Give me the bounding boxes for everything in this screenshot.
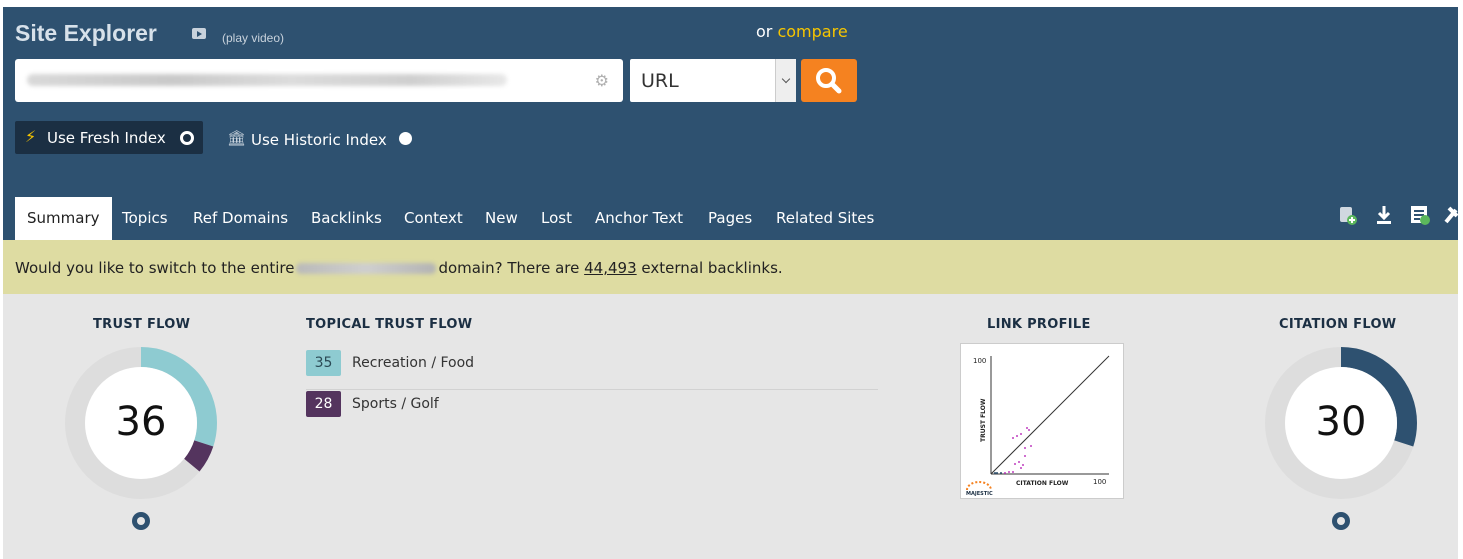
tab-related-sites[interactable]: Related Sites: [776, 197, 874, 240]
link-profile-xlabel: CITATION FLOW: [1016, 480, 1069, 487]
banner-prefix: Would you like to switch to the entire: [15, 259, 295, 277]
backlinks-count-link[interactable]: 44,493: [584, 259, 637, 277]
tab-backlinks[interactable]: Backlinks: [311, 197, 382, 240]
banner-suffix: external backlinks.: [641, 259, 783, 277]
link-profile-plot: 100 100 CITATION FLOW TRUST FLOW MAJESTI…: [966, 355, 1110, 497]
tab-topics[interactable]: Topics: [122, 197, 168, 240]
tools-icon[interactable]: [1443, 204, 1458, 231]
bank-icon: 🏛: [227, 129, 247, 147]
link-profile-xmax: 100: [1093, 478, 1106, 486]
tab-lost[interactable]: Lost: [541, 197, 572, 240]
add-to-bucket-icon[interactable]: [1338, 204, 1358, 231]
citation-flow-title: CITATION FLOW: [1279, 317, 1397, 332]
gear-icon[interactable]: ⚙: [595, 71, 609, 90]
or-text: or: [756, 22, 773, 41]
video-icon[interactable]: [192, 28, 206, 39]
search-icon: [816, 68, 842, 94]
fresh-index-option[interactable]: ⚡ Use Fresh Index: [15, 121, 203, 154]
fresh-index-label: Use Fresh Index: [47, 129, 166, 147]
majestic-logo: [966, 481, 992, 491]
historic-index-radio[interactable]: [399, 132, 412, 145]
tab-summary[interactable]: Summary: [15, 197, 112, 240]
page-title: Site Explorer: [15, 20, 157, 46]
historic-index-label[interactable]: Use Historic Index: [251, 131, 387, 149]
compare-link[interactable]: compare: [777, 22, 847, 41]
search-input[interactable]: ⚙: [15, 59, 623, 102]
tab-new[interactable]: New: [485, 197, 518, 240]
tab-ref-domains[interactable]: Ref Domains: [193, 197, 288, 240]
tab-pages[interactable]: Pages: [708, 197, 752, 240]
history-icon[interactable]: [1332, 512, 1350, 530]
topic-score-badge: 35: [306, 350, 341, 376]
redacted-url: [27, 74, 507, 86]
fresh-index-radio[interactable]: [180, 131, 194, 145]
search-button[interactable]: [801, 59, 857, 102]
chevron-down-icon[interactable]: [775, 59, 796, 102]
link-profile-ylabel: TRUST FLOW: [980, 398, 987, 442]
link-profile-chart[interactable]: 100 100 CITATION FLOW TRUST FLOW MAJESTI…: [960, 343, 1124, 499]
topic-row: 28 Sports / Golf: [306, 390, 878, 430]
trust-flow-value: 36: [115, 399, 167, 445]
switch-domain-banner: Would you like to switch to the entire do…: [3, 240, 1458, 294]
topic-row: 35 Recreation / Food: [306, 349, 878, 390]
play-video-link[interactable]: (play video): [222, 31, 284, 45]
or-compare: or compare: [756, 22, 848, 41]
tab-context[interactable]: Context: [404, 197, 463, 240]
lightning-icon: ⚡: [25, 127, 37, 146]
topic-label[interactable]: Sports / Golf: [352, 396, 439, 412]
scope-select[interactable]: URL: [630, 59, 796, 102]
history-icon[interactable]: [132, 512, 150, 530]
link-profile-ymax: 100: [973, 357, 986, 365]
report-icon[interactable]: [1409, 204, 1431, 231]
banner-text: Would you like to switch to the entire do…: [15, 259, 783, 277]
majestic-brand: MAJESTIC: [966, 491, 993, 497]
topic-label[interactable]: Recreation / Food: [352, 355, 474, 371]
topic-score-badge: 28: [306, 391, 341, 417]
link-profile-title: LINK PROFILE: [987, 317, 1091, 332]
redacted-domain: [296, 263, 437, 274]
header: Site Explorer (play video) or compare ⚙ …: [3, 7, 1458, 240]
download-icon[interactable]: [1375, 204, 1393, 231]
site-explorer-page: Site Explorer (play video) or compare ⚙ …: [3, 7, 1458, 559]
trust-flow-title: TRUST FLOW: [93, 317, 191, 332]
banner-middle: domain? There are: [438, 259, 580, 277]
citation-flow-value: 30: [1315, 399, 1367, 445]
topical-trust-flow-title: TOPICAL TRUST FLOW: [306, 317, 473, 332]
tab-anchor-text[interactable]: Anchor Text: [595, 197, 683, 240]
scope-select-value: URL: [641, 70, 679, 92]
